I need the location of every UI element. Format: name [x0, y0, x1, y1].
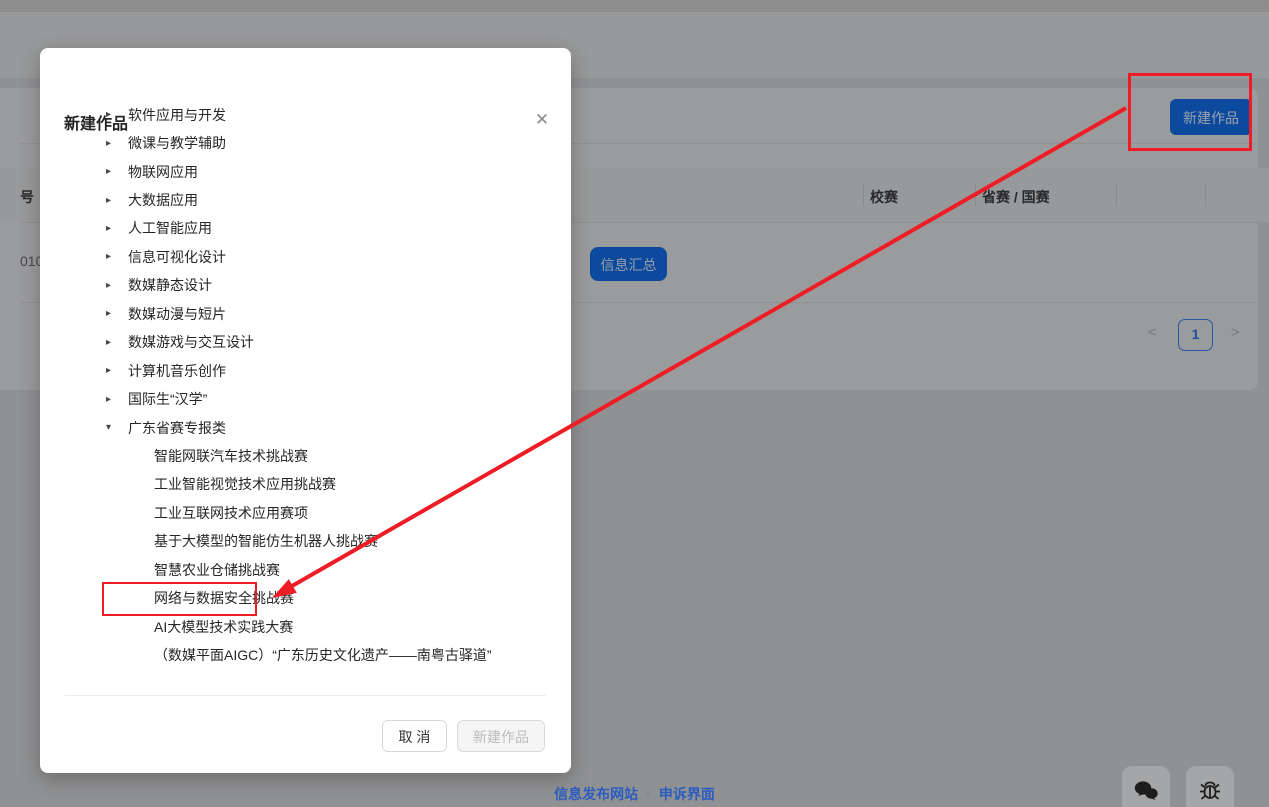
tree-node[interactable]: ▸计算机音乐创作: [40, 356, 571, 384]
tree-leaf[interactable]: 基于大模型的智能仿生机器人挑战赛: [40, 527, 571, 555]
appeal-page-link[interactable]: 申诉界面: [659, 786, 715, 802]
new-work-button[interactable]: 新建作品: [1170, 99, 1252, 135]
new-work-modal: 新建作品 ✕ ▸软件应用与开发▸微课与教学辅助▸物联网应用▸大数据应用▸人工智能…: [40, 48, 571, 773]
tree-node-label: 广东省赛专报类: [128, 418, 226, 438]
tree-leaf[interactable]: 工业智能视觉技术应用挑战赛: [40, 470, 571, 498]
caret-right-icon[interactable]: ▸: [106, 166, 128, 177]
caret-right-icon[interactable]: ▸: [106, 280, 128, 291]
tree-node[interactable]: ▸软件应用与开发: [40, 101, 571, 129]
caret-down-icon[interactable]: ▾: [106, 422, 128, 433]
tree-node-label: 大数据应用: [128, 190, 198, 210]
tree-node[interactable]: ▸国际生“汉学”: [40, 385, 571, 413]
tree-leaf-network-data-security[interactable]: 网络与数据安全挑战赛: [40, 584, 571, 612]
tree-node[interactable]: ▸微课与教学辅助: [40, 129, 571, 157]
caret-right-icon[interactable]: ▸: [106, 109, 128, 120]
create-work-submit-button[interactable]: 新建作品: [457, 720, 545, 752]
tree-node-label: 微课与教学辅助: [128, 133, 226, 153]
app-screen: 新建作品 号 校赛 省赛 / 国赛 010916 信息汇总 < 1 > 信息发布…: [0, 0, 1269, 807]
wechat-icon: [1133, 779, 1159, 807]
modal-footer-divider: [65, 695, 546, 696]
tree-node[interactable]: ▾广东省赛专报类: [40, 413, 571, 441]
info-site-link[interactable]: 信息发布网站: [554, 786, 638, 802]
caret-right-icon[interactable]: ▸: [106, 223, 128, 234]
pagination-page-1[interactable]: 1: [1178, 319, 1213, 351]
tree-node-label: 数媒静态设计: [128, 275, 212, 295]
column-header-id: 号: [20, 187, 34, 207]
caret-right-icon[interactable]: ▸: [106, 138, 128, 149]
category-tree: ▸软件应用与开发▸微课与教学辅助▸物联网应用▸大数据应用▸人工智能应用▸信息可视…: [40, 101, 571, 670]
column-separator: [975, 184, 976, 206]
column-separator: [1116, 184, 1117, 206]
pagination-prev-button[interactable]: <: [1148, 324, 1157, 341]
tree-leaf[interactable]: 工业互联网技术应用赛项: [40, 499, 571, 527]
tree-node-label: 计算机音乐创作: [128, 361, 226, 381]
tree-node[interactable]: ▸大数据应用: [40, 186, 571, 214]
caret-right-icon[interactable]: ▸: [106, 337, 128, 348]
caret-right-icon[interactable]: ▸: [106, 365, 128, 376]
tree-node[interactable]: ▸物联网应用: [40, 157, 571, 185]
caret-right-icon[interactable]: ▸: [106, 195, 128, 206]
tree-node[interactable]: ▸人工智能应用: [40, 214, 571, 242]
tree-node-label: 软件应用与开发: [128, 105, 226, 125]
tree-node-label: 物联网应用: [128, 162, 198, 182]
caret-right-icon[interactable]: ▸: [106, 308, 128, 319]
tree-node[interactable]: ▸数媒静态设计: [40, 271, 571, 299]
tree-node-label: 国际生“汉学”: [128, 389, 207, 409]
bug-icon: [1197, 779, 1223, 807]
wechat-contact-button[interactable]: [1122, 766, 1170, 807]
tree-node[interactable]: ▸数媒游戏与交互设计: [40, 328, 571, 356]
browser-top-strip: [0, 0, 1269, 12]
tree-node-label: 信息可视化设计: [128, 247, 226, 267]
caret-right-icon[interactable]: ▸: [106, 251, 128, 262]
column-separator: [863, 184, 864, 206]
column-separator: [1205, 184, 1206, 206]
pagination-next-button[interactable]: >: [1231, 324, 1240, 341]
column-header-school-round: 校赛: [870, 187, 898, 207]
link-separator: ·: [646, 786, 651, 802]
column-header-province-national: 省赛 / 国赛: [982, 187, 1050, 207]
tree-node-label: 数媒动漫与短片: [128, 304, 226, 324]
tree-leaf[interactable]: （数媒平面AIGC）“广东历史文化遗产——南粤古驿道”: [40, 641, 571, 669]
tree-node-label: 数媒游戏与交互设计: [128, 332, 254, 352]
tree-leaf[interactable]: 智慧农业仓储挑战赛: [40, 556, 571, 584]
cancel-button[interactable]: 取 消: [382, 720, 447, 752]
tree-leaf[interactable]: 智能网联汽车技术挑战赛: [40, 442, 571, 470]
page-footer-links: 信息发布网站 · 申诉界面: [0, 784, 1269, 804]
bug-report-button[interactable]: [1186, 766, 1234, 807]
tree-node[interactable]: ▸信息可视化设计: [40, 243, 571, 271]
tree-leaf[interactable]: AI大模型技术实践大赛: [40, 612, 571, 640]
tree-node-label: 人工智能应用: [128, 218, 212, 238]
info-summary-button[interactable]: 信息汇总: [590, 247, 667, 281]
caret-right-icon[interactable]: ▸: [106, 394, 128, 405]
tree-node[interactable]: ▸数媒动漫与短片: [40, 300, 571, 328]
